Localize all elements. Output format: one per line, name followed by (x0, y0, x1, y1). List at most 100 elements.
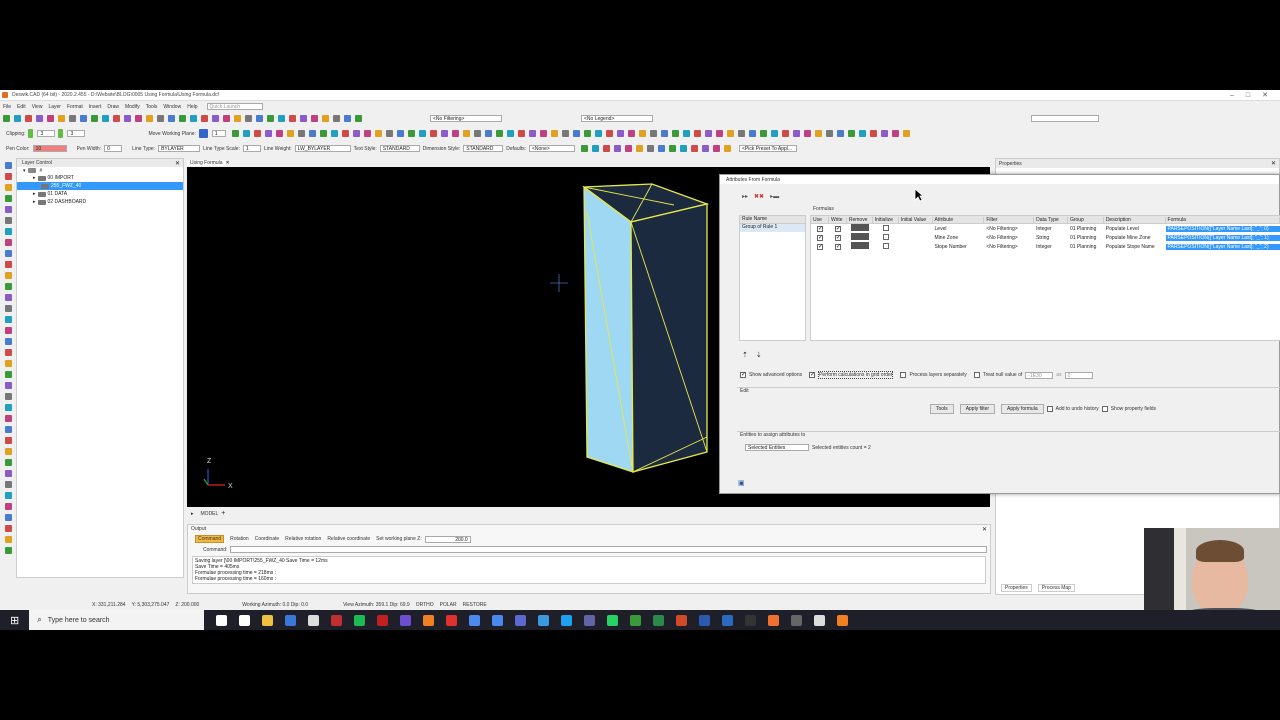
output-tab[interactable]: Relative coordinate (327, 536, 370, 542)
tb3-tool-icon[interactable] (724, 145, 731, 152)
close-icon[interactable]: ✕ (175, 160, 180, 167)
as-value-input[interactable]: 0 (1064, 371, 1093, 379)
draw-tool-icon[interactable] (4, 206, 12, 213)
quick-launch-input[interactable]: Quick Launch (206, 103, 263, 110)
cell-type[interactable]: Integer (1034, 244, 1068, 250)
tb2-tool-icon[interactable] (242, 130, 250, 137)
tb1-tool-icon[interactable] (124, 115, 131, 122)
output-tab[interactable]: Set working plane Z: (376, 536, 422, 542)
tb2-tool-icon[interactable] (572, 130, 580, 137)
defaults-select[interactable]: <None> (529, 145, 575, 152)
taskbar-app-icon[interactable] (584, 614, 596, 626)
tb1-tool-icon[interactable] (300, 115, 307, 122)
tb2-tool-icon[interactable] (715, 130, 723, 137)
taskbar-app-icon[interactable] (492, 614, 504, 626)
taskbar-app-icon[interactable] (538, 614, 550, 626)
command-input[interactable] (230, 546, 987, 553)
use-checkbox[interactable]: ✓ (816, 243, 823, 250)
draw-tool-icon[interactable] (4, 327, 12, 334)
tb2-tool-icon[interactable] (231, 130, 239, 137)
menu-item-edit[interactable]: Edit (17, 104, 26, 110)
separate-checkbox[interactable] (900, 372, 907, 378)
cell-filter[interactable]: <No Filtering> (984, 244, 1034, 250)
tb3-tool-icon[interactable] (581, 145, 588, 152)
remove-button[interactable] (850, 242, 869, 249)
cell-filter[interactable]: <No Filtering> (984, 235, 1034, 241)
tb2-tool-icon[interactable] (880, 130, 888, 137)
tb1-tool-icon[interactable] (135, 115, 142, 122)
tb3-tool-icon[interactable] (702, 145, 709, 152)
tb1-tool-icon[interactable] (311, 115, 318, 122)
formula-row[interactable]: ✓ ✓ Mine Zone <No Filtering> String 01 Planni… (811, 233, 1280, 242)
tb2-tool-icon[interactable] (330, 130, 338, 137)
tb2-tool-icon[interactable] (891, 130, 899, 137)
menu-item-modify[interactable]: Modify (125, 104, 140, 110)
layer-root[interactable]: ▾ # (17, 167, 183, 174)
tb1-tool-icon[interactable] (355, 115, 362, 122)
tb3-tool-icon[interactable] (658, 145, 665, 152)
tb2-tool-icon[interactable] (297, 130, 305, 137)
taskbar-app-icon[interactable] (676, 614, 688, 626)
expand-arrow-icon[interactable]: ▸ (33, 175, 36, 181)
cell-type[interactable]: String (1034, 235, 1068, 241)
draw-tool-icon[interactable] (4, 536, 12, 543)
grid-col-header[interactable]: Formula (1166, 216, 1280, 223)
cell-group[interactable]: 01 Planning (1068, 244, 1104, 250)
tb1-tool-icon[interactable] (267, 115, 274, 122)
menu-item-view[interactable]: View (32, 104, 43, 110)
draw-tool-icon[interactable] (4, 404, 12, 411)
tb2-tool-icon[interactable] (803, 130, 811, 137)
grid-col-header[interactable]: Initialize (873, 216, 899, 223)
tb2-tool-icon[interactable] (594, 130, 602, 137)
cell-desc[interactable]: Populate Level (1104, 226, 1166, 232)
taskbar-app-icon[interactable] (699, 614, 711, 626)
taskbar-app-icon[interactable] (262, 614, 274, 626)
initialize-checkbox[interactable] (882, 233, 889, 240)
draw-tool-icon[interactable] (4, 415, 12, 422)
tb2-tool-icon[interactable] (561, 130, 569, 137)
pen-width-input[interactable]: 0 (104, 145, 123, 152)
tb1-tool-icon[interactable] (47, 115, 54, 122)
status-mode[interactable]: POLAR (440, 602, 457, 608)
taskbar-app-icon[interactable] (285, 614, 297, 626)
menu-item-insert[interactable]: Insert (89, 104, 102, 110)
taskbar-app-icon[interactable] (469, 614, 481, 626)
tb2-tool-icon[interactable] (451, 130, 459, 137)
taskbar-app-icon[interactable] (561, 614, 573, 626)
taskbar-app-icon[interactable] (377, 614, 389, 626)
draw-tool-icon[interactable] (4, 448, 12, 455)
tb2-tool-icon[interactable] (517, 130, 525, 137)
close-icon[interactable]: ✕ (1271, 160, 1276, 167)
text-style-select[interactable]: STANDARD (379, 145, 420, 152)
draw-tool-icon[interactable] (4, 503, 12, 510)
tb2-tool-icon[interactable] (396, 130, 404, 137)
add-rule-icon[interactable]: ▸▸ (742, 193, 748, 200)
tb2-tool-icon[interactable] (363, 130, 371, 137)
draw-tool-icon[interactable] (4, 547, 12, 554)
taskbar-app-icon[interactable] (446, 614, 458, 626)
tb3-tool-icon[interactable] (592, 145, 599, 152)
tb1-tool-icon[interactable] (344, 115, 351, 122)
rule-item[interactable]: Group of Rule 1 (740, 224, 805, 232)
dialog-title-bar[interactable]: Attributes From Formula (720, 175, 1279, 184)
taskbar-app-icon[interactable] (216, 614, 228, 626)
draw-tool-icon[interactable] (4, 470, 12, 477)
tb1-tool-icon[interactable] (278, 115, 285, 122)
tb2-tool-icon[interactable] (748, 130, 756, 137)
plane-z-input[interactable]: 200.0 (424, 535, 471, 543)
tb1-tool-icon[interactable] (102, 115, 109, 122)
properties-tab[interactable]: Properties (1001, 584, 1032, 592)
show-fields-checkbox[interactable] (1101, 406, 1108, 412)
toolbar-search-input[interactable] (1031, 115, 1099, 122)
tb2-tool-icon[interactable] (253, 130, 261, 137)
grid-col-header[interactable]: Write (829, 216, 847, 223)
move-down-icon[interactable]: ⇣ (756, 351, 762, 359)
tb1-tool-icon[interactable] (14, 115, 21, 122)
tb1-tool-icon[interactable] (245, 115, 252, 122)
menu-item-format[interactable]: Format (67, 104, 83, 110)
expand-arrow-icon[interactable]: ▸ (33, 199, 36, 205)
tb1-tool-icon[interactable] (322, 115, 329, 122)
tb1-tool-icon[interactable] (36, 115, 43, 122)
initialize-checkbox[interactable] (882, 224, 889, 231)
line-type-select[interactable]: BYLAYER (158, 145, 201, 152)
